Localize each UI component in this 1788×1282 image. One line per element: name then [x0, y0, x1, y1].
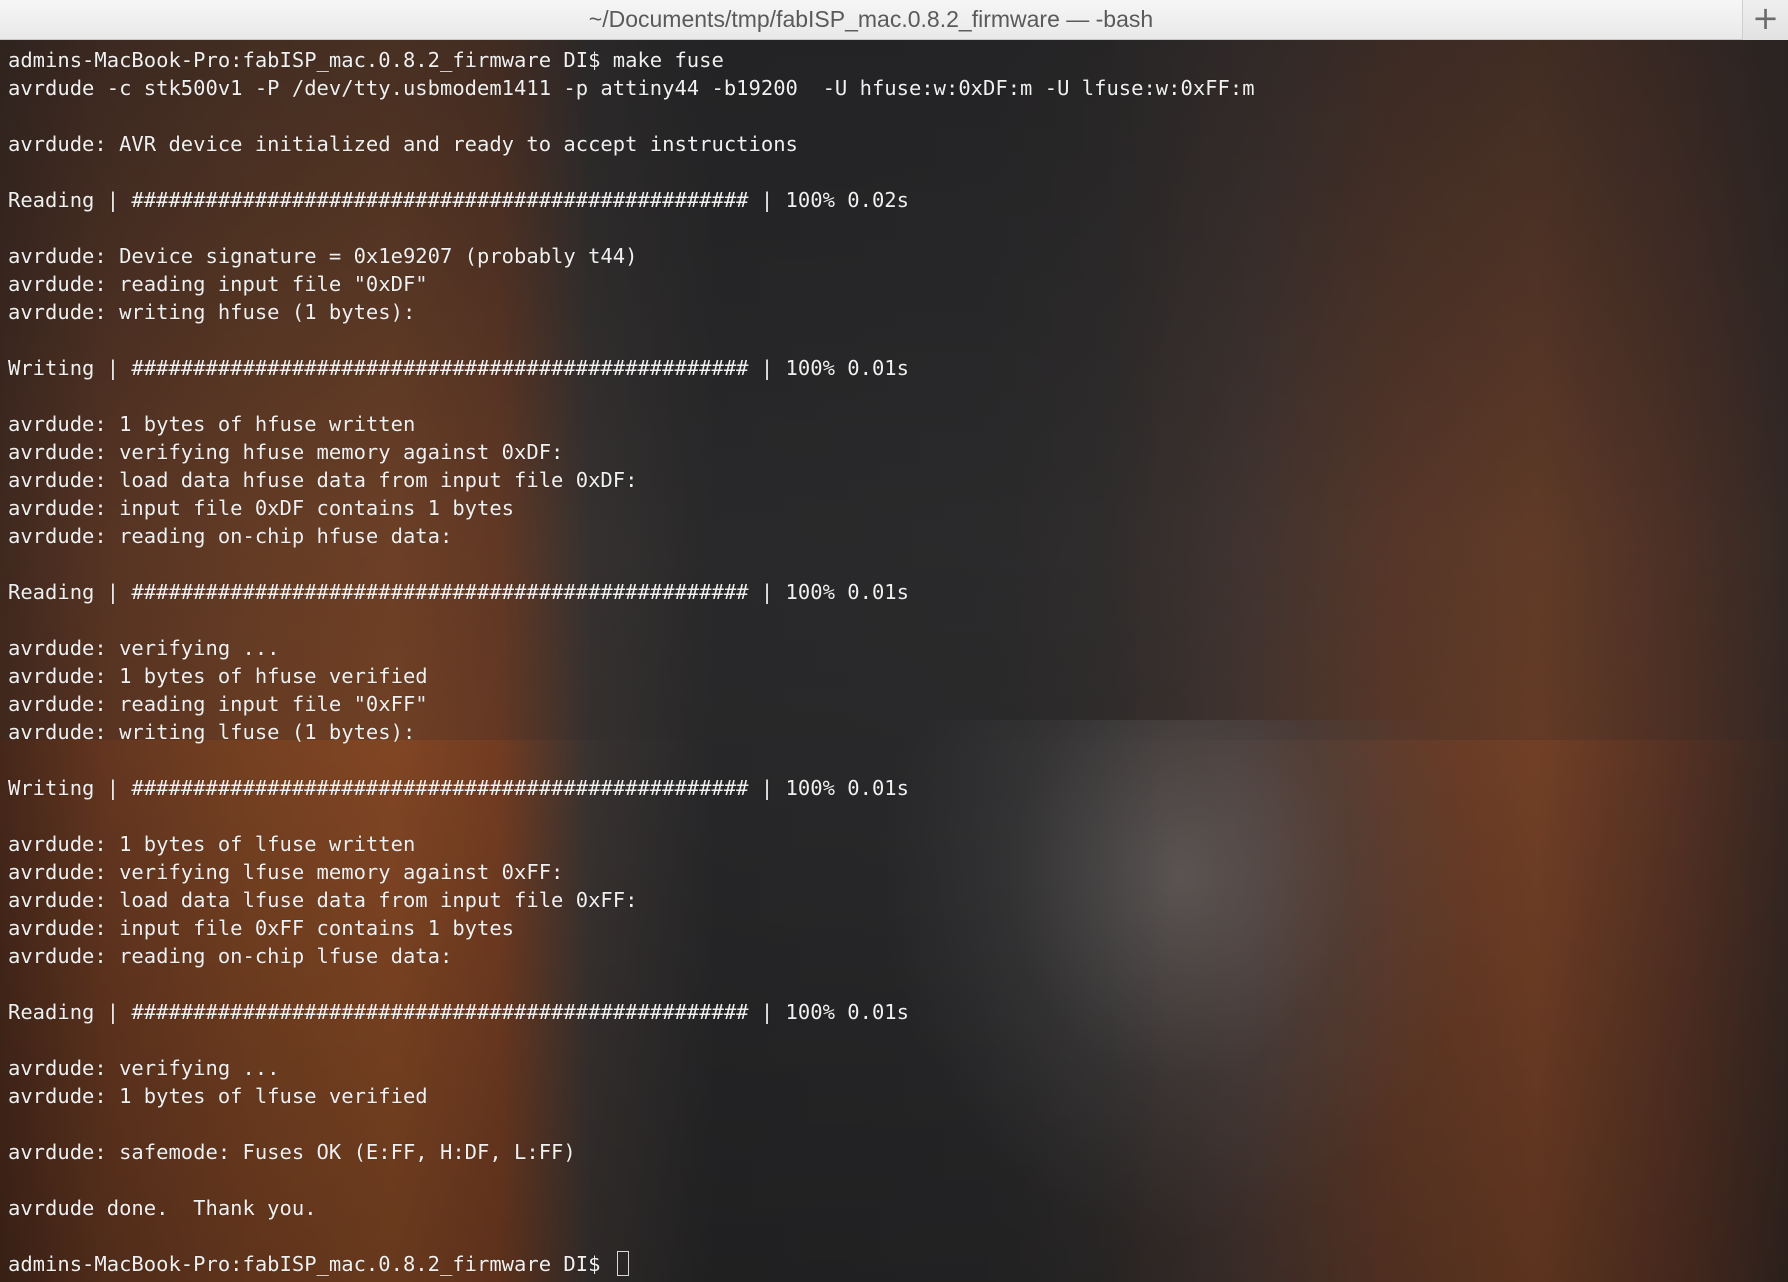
terminal-line: avrdude -c stk500v1 -P /dev/tty.usbmodem… — [8, 76, 1255, 100]
terminal-line: avrdude: verifying ... — [8, 1056, 280, 1080]
terminal-line: avrdude: 1 bytes of lfuse verified — [8, 1084, 428, 1108]
terminal-line: avrdude: verifying lfuse memory against … — [8, 860, 564, 884]
window-title: ~/Documents/tmp/fabISP_mac.0.8.2_firmwar… — [588, 6, 1154, 32]
terminal-line: avrdude: 1 bytes of hfuse verified — [8, 664, 428, 688]
terminal-line: Writing | ##############################… — [8, 776, 909, 800]
terminal-line: avrdude: input file 0xDF contains 1 byte… — [8, 496, 515, 520]
terminal-area[interactable]: admins-MacBook-Pro:fabISP_mac.0.8.2_firm… — [0, 40, 1788, 1282]
terminal-line: avrdude: safemode: Fuses OK (E:FF, H:DF,… — [8, 1140, 576, 1164]
title-bar[interactable]: ~/Documents/tmp/fabISP_mac.0.8.2_firmwar… — [0, 0, 1788, 40]
new-tab-button[interactable]: + — [1742, 0, 1788, 40]
terminal-line: admins-MacBook-Pro:fabISP_mac.0.8.2_firm… — [8, 48, 724, 72]
terminal-line: avrdude: reading input file "0xDF" — [8, 272, 428, 296]
text-cursor — [616, 1251, 629, 1276]
terminal-line: Writing | ##############################… — [8, 356, 909, 380]
terminal-line: avrdude done. Thank you. — [8, 1196, 317, 1220]
terminal-line: avrdude: load data lfuse data from input… — [8, 888, 638, 912]
terminal-line: avrdude: writing hfuse (1 bytes): — [8, 300, 416, 324]
prompt-line[interactable]: admins-MacBook-Pro:fabISP_mac.0.8.2_firm… — [8, 1250, 1255, 1278]
terminal-line: avrdude: writing lfuse (1 bytes): — [8, 720, 416, 744]
terminal-window: ~/Documents/tmp/fabISP_mac.0.8.2_firmwar… — [0, 0, 1788, 1282]
terminal-line: avrdude: reading on-chip lfuse data: — [8, 944, 453, 968]
terminal-line: avrdude: verifying ... — [8, 636, 280, 660]
terminal-line: avrdude: input file 0xFF contains 1 byte… — [8, 916, 515, 940]
terminal-line: Reading | ##############################… — [8, 188, 909, 212]
scrollbar[interactable] — [1766, 40, 1788, 1282]
terminal-line: Reading | ##############################… — [8, 580, 909, 604]
terminal-output[interactable]: admins-MacBook-Pro:fabISP_mac.0.8.2_firm… — [8, 46, 1255, 1278]
terminal-line: avrdude: 1 bytes of lfuse written — [8, 832, 416, 856]
terminal-line: avrdude: 1 bytes of hfuse written — [8, 412, 416, 436]
terminal-line: avrdude: load data hfuse data from input… — [8, 468, 638, 492]
shell-prompt: admins-MacBook-Pro:fabISP_mac.0.8.2_firm… — [8, 1252, 613, 1276]
terminal-line: Reading | ##############################… — [8, 1000, 909, 1024]
terminal-line: avrdude: reading on-chip hfuse data: — [8, 524, 453, 548]
terminal-line: avrdude: reading input file "0xFF" — [8, 692, 428, 716]
terminal-line: avrdude: verifying hfuse memory against … — [8, 440, 564, 464]
terminal-line: avrdude: Device signature = 0x1e9207 (pr… — [8, 244, 638, 268]
terminal-line: avrdude: AVR device initialized and read… — [8, 132, 798, 156]
